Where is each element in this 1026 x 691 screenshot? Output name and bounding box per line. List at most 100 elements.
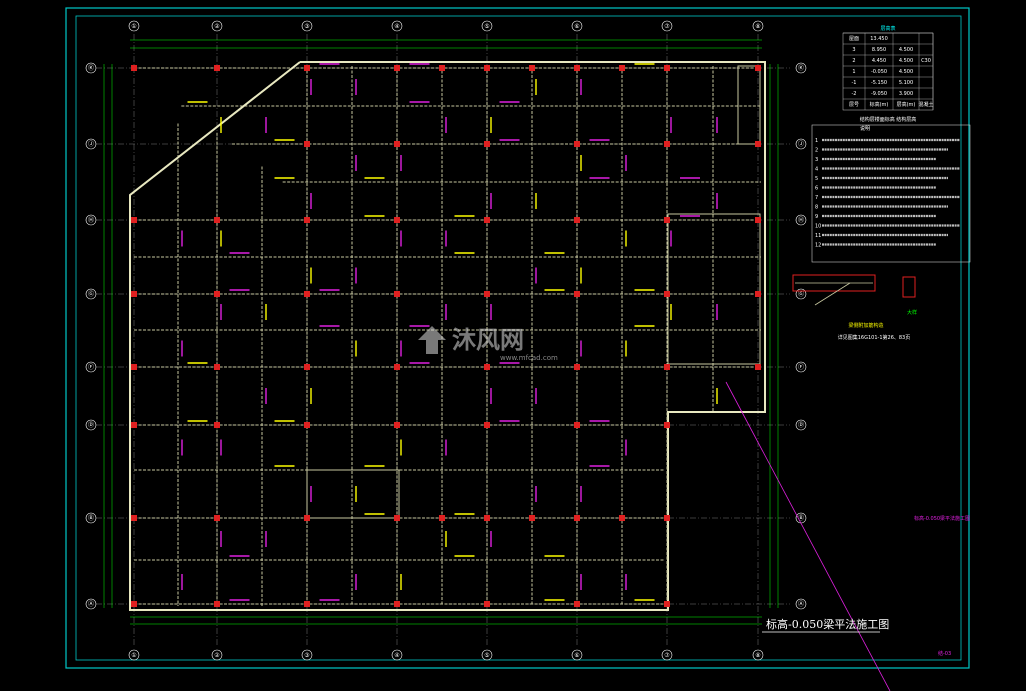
table-cell: 3 — [852, 47, 855, 53]
column — [484, 65, 490, 71]
column — [131, 601, 137, 607]
column — [484, 141, 490, 147]
note-number: 9 — [815, 214, 818, 220]
column — [131, 422, 137, 428]
grid-bubble-label: Ⓐ — [88, 600, 94, 608]
table-cell: 4.500 — [899, 69, 913, 75]
column — [214, 601, 220, 607]
table-cell: 1 — [852, 69, 855, 75]
sheet-number: 结-03 — [938, 650, 951, 657]
grid-bubble-label: Ⓐ — [798, 600, 804, 608]
table-border — [842, 32, 934, 111]
detail-diag — [814, 282, 851, 306]
note-number: 6 — [815, 186, 818, 192]
note-number: 2 — [815, 148, 818, 154]
column — [619, 515, 625, 521]
column — [484, 601, 490, 607]
table-cell: 层号 — [849, 102, 859, 108]
grid-bubble-label: Ⓗ — [798, 216, 804, 224]
notes-title: 说明 — [860, 125, 870, 132]
column — [394, 65, 400, 71]
notes-lines: 123456789101112 — [815, 138, 960, 249]
grid-bubble-label: ② — [214, 652, 220, 659]
grid-bubble-label: ⑥ — [574, 23, 579, 30]
column — [131, 217, 137, 223]
stair-box — [737, 65, 761, 145]
column — [484, 364, 490, 370]
column — [394, 141, 400, 147]
drawing-title-block: 标高-0.050梁平法施工图 结-03 — [762, 617, 951, 657]
level-table: 层高表 屋面 13.450 3 8.950 4.500 2 4.450 4.500 C30 1 -0… — [842, 25, 934, 123]
column — [214, 291, 220, 297]
watermark-text: 沐风网 — [452, 326, 524, 354]
grid-bubble-label: ⑦ — [664, 23, 670, 30]
grid-bubble-label: Ⓑ — [88, 514, 94, 522]
grid-bubble-label: ③ — [304, 652, 309, 659]
grid-bubble-label: ④ — [394, 652, 399, 659]
table-cell: -1 — [852, 80, 857, 86]
column — [394, 291, 400, 297]
grid-bubble-label: ⑦ — [664, 652, 670, 659]
level-table-title: 层高表 — [880, 25, 895, 32]
column — [214, 217, 220, 223]
table-cell: 标高(m) — [870, 101, 889, 108]
note-number: 5 — [815, 176, 818, 182]
table-cell: 13.450 — [870, 36, 888, 42]
column — [484, 217, 490, 223]
table-cell: -9.050 — [871, 91, 887, 97]
column — [214, 364, 220, 370]
notes-box: 说明 123456789101112 — [811, 124, 971, 263]
table-cell: 2 — [852, 58, 855, 64]
table-cell: C30 — [921, 58, 931, 64]
table-cell: 4.500 — [899, 47, 913, 53]
grid-bubble-label: Ⓓ — [88, 421, 94, 429]
grid-bubble-label: ⑤ — [484, 23, 489, 30]
column — [304, 141, 310, 147]
grid-bubble-label: Ⓙ — [88, 140, 94, 148]
column — [394, 515, 400, 521]
column — [574, 601, 580, 607]
column — [664, 65, 670, 71]
column — [214, 65, 220, 71]
note-number: 10 — [815, 224, 821, 230]
table-cell: 4.500 — [899, 58, 913, 64]
column — [574, 422, 580, 428]
column — [394, 364, 400, 370]
note-number: 1 — [815, 138, 818, 144]
table-cell: 8.950 — [872, 47, 886, 53]
column — [664, 422, 670, 428]
column — [755, 364, 761, 370]
drawing-title: 标高-0.050梁平法施工图 — [766, 617, 889, 631]
column — [574, 65, 580, 71]
grid-bubble-label: ⑧ — [755, 23, 760, 30]
column — [304, 515, 310, 521]
column — [755, 141, 761, 147]
grid-bubble-label: ② — [214, 23, 220, 30]
note-number: 11 — [815, 233, 821, 239]
column — [214, 422, 220, 428]
table-cell: 层高(m) — [897, 101, 916, 108]
grid-bubble-label: Ⓗ — [88, 216, 94, 224]
leader-line — [725, 381, 891, 691]
grid-bubble-label: ⑤ — [484, 652, 489, 659]
level-table-grid: 屋面 13.450 3 8.950 4.500 2 4.450 4.500 C30 1 -0.050… — [842, 32, 934, 111]
column — [529, 65, 535, 71]
watermark-sub: www.mfcad.com — [500, 354, 558, 362]
column — [304, 217, 310, 223]
grid-bubbles: ①①②②③③④④⑤⑤⑥⑥⑦⑦⑧⑧Ⓚ ⓀⒿ ⒿⒽ ⒽⒼ ⒼⒻ ⒻⒹ ⒹⒷ ⒷⒶ Ⓐ — [85, 20, 807, 661]
note-number: 8 — [815, 205, 818, 211]
table-cell: -2 — [852, 91, 857, 97]
column — [664, 601, 670, 607]
column — [214, 515, 220, 521]
grid-bubble-label: ④ — [394, 23, 399, 30]
detail-column-section — [902, 276, 916, 298]
column — [664, 217, 670, 223]
column — [664, 291, 670, 297]
table-cell: -5.150 — [871, 80, 887, 86]
column — [439, 65, 445, 71]
opening-box — [306, 469, 400, 519]
grid-bubble-label: Ⓕ — [798, 363, 804, 371]
column — [664, 141, 670, 147]
table-cell: 3.900 — [899, 91, 913, 97]
column — [131, 515, 137, 521]
